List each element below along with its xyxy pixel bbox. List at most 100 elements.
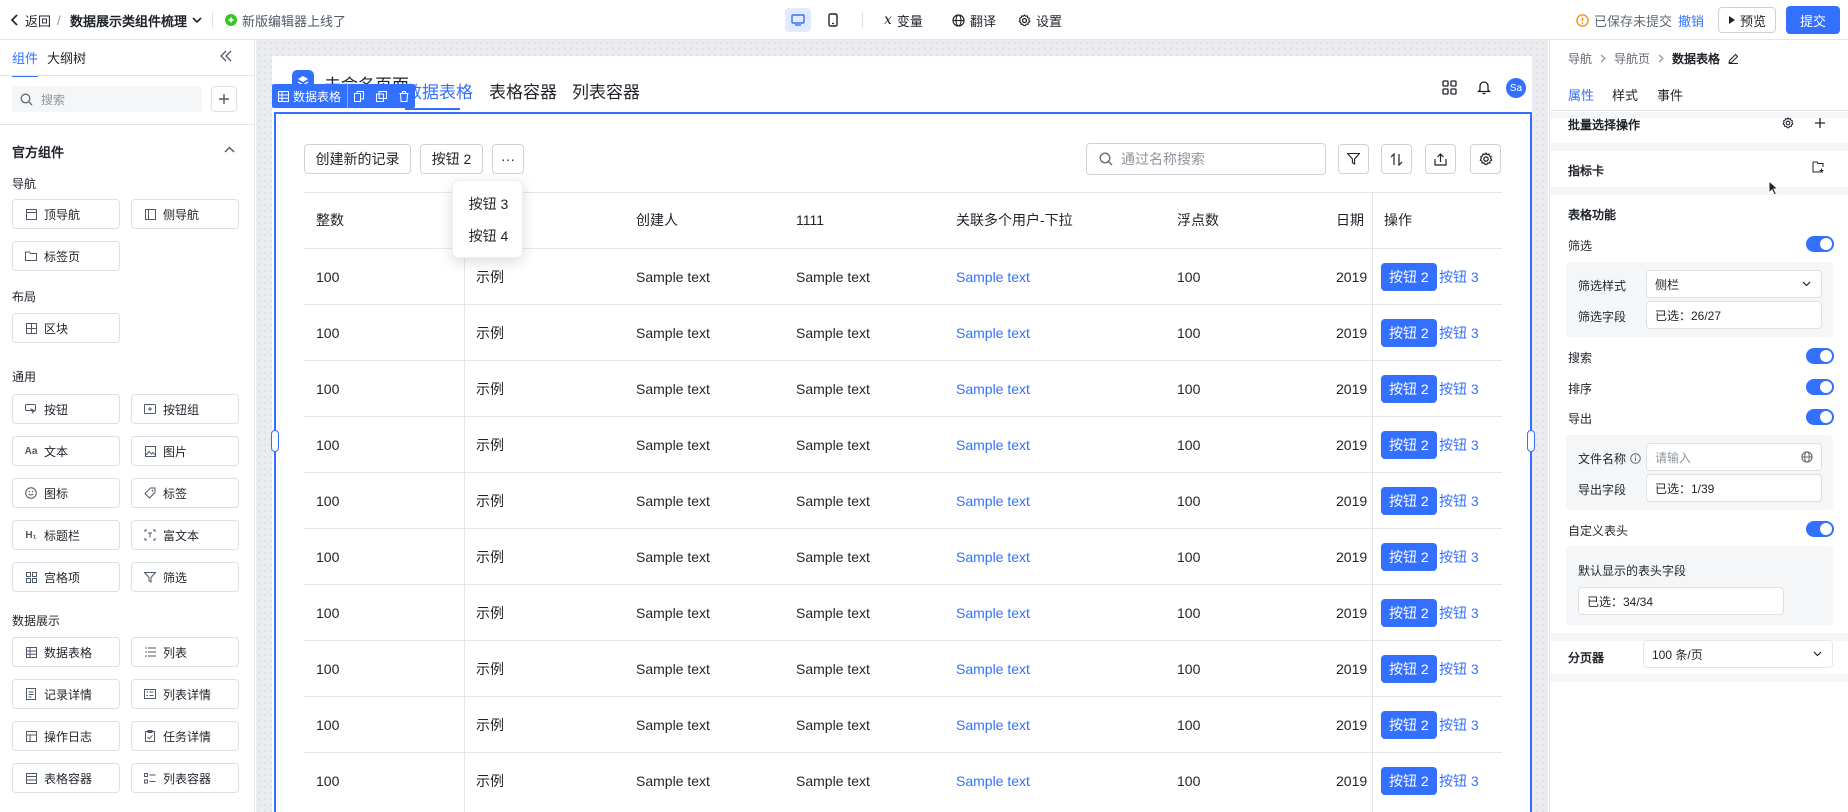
table-cell[interactable]: Sample text <box>956 417 1030 473</box>
row-link-button-3[interactable]: 按钮 3 <box>1439 599 1479 627</box>
table-cell[interactable]: Sample text <box>956 585 1030 641</box>
table-cell[interactable]: Sample text <box>956 305 1030 361</box>
component-tab-page[interactable]: 标签页 <box>12 241 120 271</box>
row-link-button-3[interactable]: 按钮 3 <box>1439 655 1479 683</box>
filter-style-select[interactable]: 侧栏 <box>1646 270 1822 298</box>
resize-handle-right[interactable] <box>1527 430 1535 452</box>
copy-button[interactable] <box>347 84 370 108</box>
table-cell[interactable]: Sample text <box>956 361 1030 417</box>
component-list-detail[interactable]: 列表详情 <box>131 679 239 709</box>
component-rich-text[interactable]: 富文本 <box>131 520 239 550</box>
row-link-button-3[interactable]: 按钮 3 <box>1439 767 1479 795</box>
dropdown-item-button-3[interactable]: 按钮 3 <box>453 188 524 220</box>
component-operation-log[interactable]: 操作日志 <box>12 721 120 751</box>
component-list-container[interactable]: 列表容器 <box>131 763 239 793</box>
new-editor-notice[interactable]: 新版编辑器上线了 <box>225 0 346 40</box>
app-title-dropdown[interactable]: 数据展示类组件梳理 <box>70 0 202 40</box>
row-button-2[interactable]: 按钮 2 <box>1381 599 1437 627</box>
component-data-table[interactable]: 数据表格 <box>12 637 120 667</box>
export-toggle[interactable] <box>1806 409 1834 425</box>
row-button-2[interactable]: 按钮 2 <box>1381 487 1437 515</box>
gear-icon[interactable] <box>1782 117 1794 129</box>
column-header-1111[interactable]: 1111 <box>796 192 824 248</box>
table-row[interactable]: 100 示例 Sample text Sample text Sample text 10… <box>304 584 1502 640</box>
row-link-button-3[interactable]: 按钮 3 <box>1439 711 1479 739</box>
component-title-bar[interactable]: H₁ 标题栏 <box>12 520 120 550</box>
add-component-button[interactable] <box>211 86 237 112</box>
settings-button[interactable]: 设置 <box>1018 0 1062 40</box>
create-record-button[interactable]: 创建新的记录 <box>304 144 411 174</box>
component-image[interactable]: 图片 <box>131 436 239 466</box>
nav-tab-data-table[interactable]: 数据表格 <box>405 78 473 103</box>
component-task-detail[interactable]: 任务详情 <box>131 721 239 751</box>
row-button-2[interactable]: 按钮 2 <box>1381 319 1437 347</box>
component-button-group[interactable]: 按钮组 <box>131 394 239 424</box>
row-button-2[interactable]: 按钮 2 <box>1381 375 1437 403</box>
tab-components[interactable]: 组件 <box>12 48 39 77</box>
column-header-date[interactable]: 日期 <box>1336 192 1364 248</box>
search-toggle[interactable] <box>1806 348 1834 364</box>
tab-properties[interactable]: 属性 <box>1568 85 1595 117</box>
globe-icon[interactable] <box>1801 451 1813 463</box>
default-header-select[interactable]: 已选：34/34 <box>1578 587 1784 615</box>
tab-outline-tree[interactable]: 大纲树 <box>47 48 86 67</box>
file-name-input[interactable]: 请输入 <box>1646 443 1822 471</box>
component-text[interactable]: Aa 文本 <box>12 436 120 466</box>
component-side-nav[interactable]: 侧导航 <box>131 199 239 229</box>
tab-styles[interactable]: 样式 <box>1612 85 1638 104</box>
breadcrumb-item[interactable]: 导航 <box>1568 50 1592 67</box>
row-link-button-3[interactable]: 按钮 3 <box>1439 487 1479 515</box>
collapse-panel-icon[interactable] <box>220 50 232 62</box>
row-button-2[interactable]: 按钮 2 <box>1381 431 1437 459</box>
table-row[interactable]: 100 示例 Sample text Sample text Sample text 10… <box>304 472 1502 528</box>
table-row[interactable]: 100 示例 Sample text Sample text Sample text 10… <box>304 304 1502 360</box>
component-filter[interactable]: 筛选 <box>131 562 239 592</box>
component-tag[interactable]: 标签 <box>131 478 239 508</box>
row-button-2[interactable]: 按钮 2 <box>1381 655 1437 683</box>
row-link-button-3[interactable]: 按钮 3 <box>1439 263 1479 291</box>
plus-icon[interactable] <box>1814 117 1826 129</box>
row-button-2[interactable]: 按钮 2 <box>1381 263 1437 291</box>
row-link-button-3[interactable]: 按钮 3 <box>1439 319 1479 347</box>
component-button[interactable]: 按钮 <box>12 394 120 424</box>
table-cell[interactable]: Sample text <box>956 249 1030 305</box>
component-table-container[interactable]: 表格容器 <box>12 763 120 793</box>
dropdown-item-button-4[interactable]: 按钮 4 <box>453 220 524 252</box>
export-button[interactable] <box>1425 144 1456 174</box>
chevron-up-icon[interactable] <box>224 146 235 153</box>
row-link-button-3[interactable]: 按钮 3 <box>1439 431 1479 459</box>
table-row[interactable]: 100 示例 Sample text Sample text Sample text 10… <box>304 752 1502 808</box>
filter-toggle[interactable] <box>1806 236 1834 252</box>
tab-events[interactable]: 事件 <box>1657 85 1683 104</box>
sort-button[interactable] <box>1381 144 1412 174</box>
component-top-nav[interactable]: 顶导航 <box>12 199 120 229</box>
component-block[interactable]: 区块 <box>12 313 120 343</box>
button-2[interactable]: 按钮 2 <box>420 144 483 174</box>
component-search-input[interactable]: 搜索 <box>12 86 202 112</box>
table-cell[interactable]: Sample text <box>956 473 1030 529</box>
sort-toggle[interactable] <box>1806 379 1834 395</box>
more-actions-button[interactable]: ··· <box>492 144 524 174</box>
filter-button[interactable] <box>1338 144 1369 174</box>
apps-grid-icon[interactable] <box>1442 80 1457 95</box>
selected-component-label[interactable]: 数据表格 <box>272 84 347 108</box>
table-row[interactable]: 100 示例 Sample text Sample text Sample text 10… <box>304 640 1502 696</box>
row-link-button-3[interactable]: 按钮 3 <box>1439 543 1479 571</box>
mobile-view-button[interactable] <box>820 8 846 32</box>
resize-handle-left[interactable] <box>271 430 279 452</box>
row-button-2[interactable]: 按钮 2 <box>1381 543 1437 571</box>
filter-field-select[interactable]: 已选：26/27 <box>1646 301 1822 329</box>
column-header-integer[interactable]: 整数 <box>316 192 344 248</box>
nav-tab-list-container[interactable]: 列表容器 <box>572 78 640 103</box>
nav-tab-table-container[interactable]: 表格容器 <box>489 78 557 103</box>
bell-icon[interactable] <box>1477 79 1491 95</box>
delete-button[interactable] <box>393 84 415 108</box>
table-search-input[interactable]: 通过名称搜索 <box>1086 143 1326 175</box>
row-link-button-3[interactable]: 按钮 3 <box>1439 375 1479 403</box>
component-icon[interactable]: 图标 <box>12 478 120 508</box>
translate-button[interactable]: 翻译 <box>952 0 996 40</box>
preview-button[interactable]: 预览 <box>1718 0 1777 40</box>
component-grid-item[interactable]: 宫格项 <box>12 562 120 592</box>
add-metric-icon[interactable] <box>1812 161 1825 173</box>
official-components-title[interactable]: 官方组件 <box>12 142 64 161</box>
